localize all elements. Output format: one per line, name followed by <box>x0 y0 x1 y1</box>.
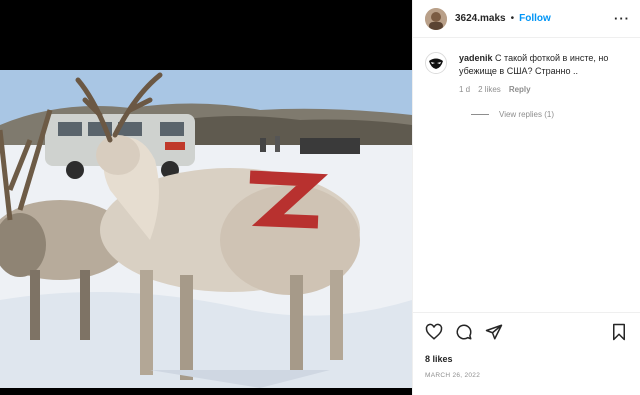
follow-button[interactable]: Follow <box>519 13 551 24</box>
header-separator: • <box>510 13 515 24</box>
commenter-avatar[interactable] <box>425 52 447 74</box>
post-date: MARCH 26, 2022 <box>425 372 481 379</box>
reply-button[interactable]: Reply <box>509 83 531 96</box>
view-replies-button[interactable]: View replies (1) <box>471 110 628 119</box>
bookmark-icon[interactable] <box>610 323 628 341</box>
comment-likes[interactable]: 2 likes <box>478 83 501 96</box>
post-side-panel: 3624.maks • Follow ··· yadenik С такой ф… <box>412 0 640 395</box>
comment-username[interactable]: yadenik <box>459 53 493 63</box>
heart-icon[interactable] <box>425 323 443 341</box>
likes-count[interactable]: 8 likes <box>425 354 628 364</box>
post-header: 3624.maks • Follow ··· <box>413 0 640 38</box>
comments-list: yadenik С такой фоткой в инсте, но убежи… <box>413 52 640 119</box>
more-icon[interactable]: ··· <box>614 11 630 26</box>
masked-face-icon <box>426 53 446 73</box>
view-replies-label: View replies (1) <box>499 110 554 119</box>
author-username[interactable]: 3624.maks <box>455 13 506 24</box>
share-icon[interactable] <box>485 323 503 341</box>
post-photo <box>0 70 412 388</box>
post-media[interactable] <box>0 0 412 395</box>
post-actions: 8 likes MARCH 26, 2022 <box>413 312 640 379</box>
comment-time[interactable]: 1 d <box>459 83 470 96</box>
avatar-photo-icon <box>425 7 447 30</box>
comment-item: yadenik С такой фоткой в инсте, но убежи… <box>425 52 628 96</box>
comment-icon[interactable] <box>455 323 473 341</box>
reindeer-photo-image <box>0 70 412 388</box>
replies-divider <box>471 114 489 115</box>
author-avatar[interactable] <box>425 7 447 30</box>
